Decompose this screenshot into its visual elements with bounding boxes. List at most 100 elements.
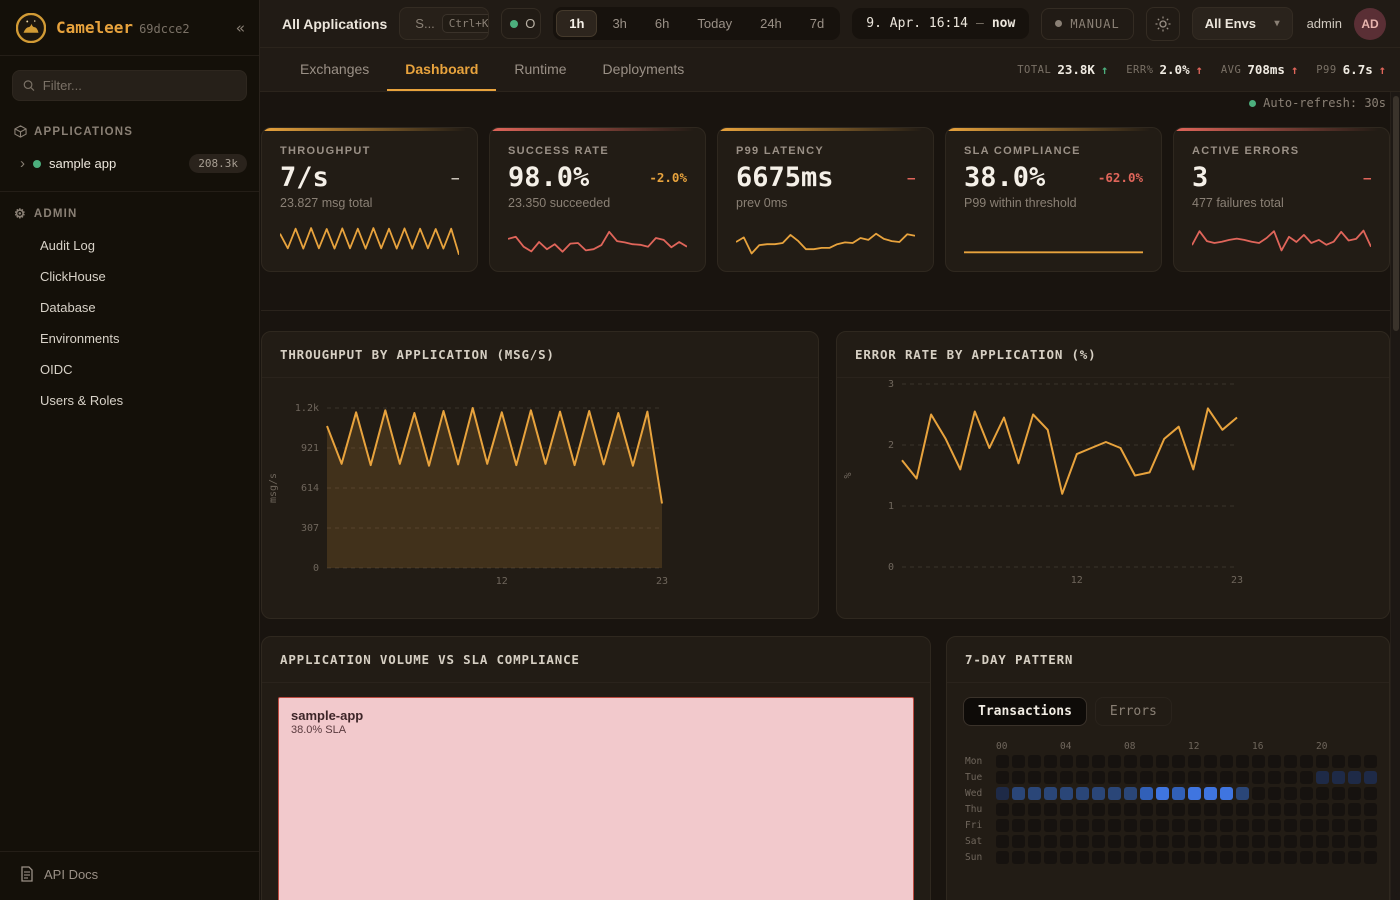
heatmap-cell[interactable] xyxy=(1332,803,1345,816)
heatmap-cell[interactable] xyxy=(1332,851,1345,864)
heatmap-cell[interactable] xyxy=(1252,851,1265,864)
heatmap-cell[interactable] xyxy=(1172,787,1185,800)
heatmap-cell[interactable] xyxy=(1060,755,1073,768)
tab-exchanges[interactable]: Exchanges xyxy=(282,48,387,91)
heatmap-cell[interactable] xyxy=(1108,787,1121,800)
heatmap-cell[interactable] xyxy=(1012,835,1025,848)
api-docs-link[interactable]: API Docs xyxy=(0,851,259,900)
heatmap-cell[interactable] xyxy=(1316,835,1329,848)
heatmap-cell[interactable] xyxy=(1044,819,1057,832)
heatmap-cell[interactable] xyxy=(1364,851,1377,864)
heatmap-cell[interactable] xyxy=(1236,755,1249,768)
heatmap-cell[interactable] xyxy=(1092,771,1105,784)
heatmap-cell[interactable] xyxy=(1028,819,1041,832)
heatmap-cell[interactable] xyxy=(1028,771,1041,784)
heatmap-cell[interactable] xyxy=(1316,819,1329,832)
toggle-errors[interactable]: Errors xyxy=(1095,697,1172,726)
heatmap-cell[interactable] xyxy=(1124,819,1137,832)
heatmap-cell[interactable] xyxy=(1076,755,1089,768)
sidebar-item-users-roles[interactable]: Users & Roles xyxy=(0,385,259,416)
heatmap-cell[interactable] xyxy=(1156,755,1169,768)
range-button-1h[interactable]: 1h xyxy=(556,10,597,37)
heatmap-cell[interactable] xyxy=(1076,851,1089,864)
heatmap-cell[interactable] xyxy=(1252,755,1265,768)
heatmap-cell[interactable] xyxy=(1348,755,1361,768)
heatmap-cell[interactable] xyxy=(1124,851,1137,864)
heatmap-cell[interactable] xyxy=(1236,819,1249,832)
heatmap-cell[interactable] xyxy=(1316,803,1329,816)
heatmap-cell[interactable] xyxy=(1108,755,1121,768)
heatmap-cell[interactable] xyxy=(996,787,1009,800)
heatmap-cell[interactable] xyxy=(1204,851,1217,864)
heatmap-cell[interactable] xyxy=(1172,851,1185,864)
heatmap-cell[interactable] xyxy=(1012,819,1025,832)
search-input[interactable]: S... Ctrl+K xyxy=(399,7,489,40)
heatmap-cell[interactable] xyxy=(1220,755,1233,768)
heatmap-cell[interactable] xyxy=(996,755,1009,768)
heatmap-cell[interactable] xyxy=(1300,755,1313,768)
heatmap-cell[interactable] xyxy=(996,771,1009,784)
sidebar-item-clickhouse[interactable]: ClickHouse xyxy=(0,261,259,292)
heatmap-cell[interactable] xyxy=(1044,755,1057,768)
heatmap-cell[interactable] xyxy=(1268,851,1281,864)
heatmap-cell[interactable] xyxy=(1252,771,1265,784)
heatmap-cell[interactable] xyxy=(1188,755,1201,768)
heatmap-cell[interactable] xyxy=(996,835,1009,848)
heatmap-cell[interactable] xyxy=(1316,787,1329,800)
heatmap-cell[interactable] xyxy=(1188,803,1201,816)
sidebar-item-audit-log[interactable]: Audit Log xyxy=(0,230,259,261)
heatmap-cell[interactable] xyxy=(1108,819,1121,832)
heatmap-cell[interactable] xyxy=(1060,771,1073,784)
heatmap-cell[interactable] xyxy=(1076,819,1089,832)
heatmap-cell[interactable] xyxy=(1268,787,1281,800)
heatmap-cell[interactable] xyxy=(996,819,1009,832)
scrollbar-thumb[interactable] xyxy=(1393,96,1399,331)
heatmap-cell[interactable] xyxy=(1236,835,1249,848)
heatmap-cell[interactable] xyxy=(1060,835,1073,848)
heatmap-cell[interactable] xyxy=(1108,803,1121,816)
heatmap-cell[interactable] xyxy=(1284,755,1297,768)
heatmap-cell[interactable] xyxy=(1108,771,1121,784)
heatmap-cell[interactable] xyxy=(1284,803,1297,816)
heatmap-cell[interactable] xyxy=(1140,755,1153,768)
heatmap-cell[interactable] xyxy=(1332,819,1345,832)
heatmap-cell[interactable] xyxy=(1316,851,1329,864)
heatmap-cell[interactable] xyxy=(1124,803,1137,816)
treemap-tile-sample-app[interactable]: sample-app 38.0% SLA xyxy=(278,697,914,900)
heatmap-cell[interactable] xyxy=(1028,787,1041,800)
heatmap-cell[interactable] xyxy=(1188,771,1201,784)
heatmap-cell[interactable] xyxy=(1060,803,1073,816)
heatmap-cell[interactable] xyxy=(1220,835,1233,848)
heatmap-cell[interactable] xyxy=(1044,851,1057,864)
heatmap-cell[interactable] xyxy=(1268,771,1281,784)
heatmap-cell[interactable] xyxy=(1156,787,1169,800)
heatmap-cell[interactable] xyxy=(996,851,1009,864)
heatmap-cell[interactable] xyxy=(1220,787,1233,800)
heatmap-cell[interactable] xyxy=(1332,771,1345,784)
heatmap-cell[interactable] xyxy=(1364,803,1377,816)
sidebar-item-environments[interactable]: Environments xyxy=(0,323,259,354)
sidebar-item-sample-app[interactable]: › sample app 208.3k xyxy=(0,146,259,181)
heatmap-cell[interactable] xyxy=(1204,803,1217,816)
heatmap-cell[interactable] xyxy=(1092,851,1105,864)
heatmap-cell[interactable] xyxy=(1364,771,1377,784)
heatmap-cell[interactable] xyxy=(1028,803,1041,816)
heatmap-cell[interactable] xyxy=(1284,819,1297,832)
heatmap-cell[interactable] xyxy=(1140,819,1153,832)
heatmap-cell[interactable] xyxy=(1188,819,1201,832)
heatmap-cell[interactable] xyxy=(1348,851,1361,864)
heatmap-cell[interactable] xyxy=(1044,803,1057,816)
heatmap-cell[interactable] xyxy=(1284,835,1297,848)
heatmap-cell[interactable] xyxy=(1124,787,1137,800)
heatmap-cell[interactable] xyxy=(1268,755,1281,768)
heatmap-cell[interactable] xyxy=(1156,803,1169,816)
heatmap-cell[interactable] xyxy=(1060,851,1073,864)
heatmap-cell[interactable] xyxy=(1204,819,1217,832)
heatmap-cell[interactable] xyxy=(1252,787,1265,800)
heatmap-cell[interactable] xyxy=(1252,835,1265,848)
heatmap-cell[interactable] xyxy=(1204,787,1217,800)
heatmap-cell[interactable] xyxy=(1220,851,1233,864)
heatmap-cell[interactable] xyxy=(1364,819,1377,832)
heatmap-cell[interactable] xyxy=(1236,787,1249,800)
heatmap-cell[interactable] xyxy=(1300,787,1313,800)
